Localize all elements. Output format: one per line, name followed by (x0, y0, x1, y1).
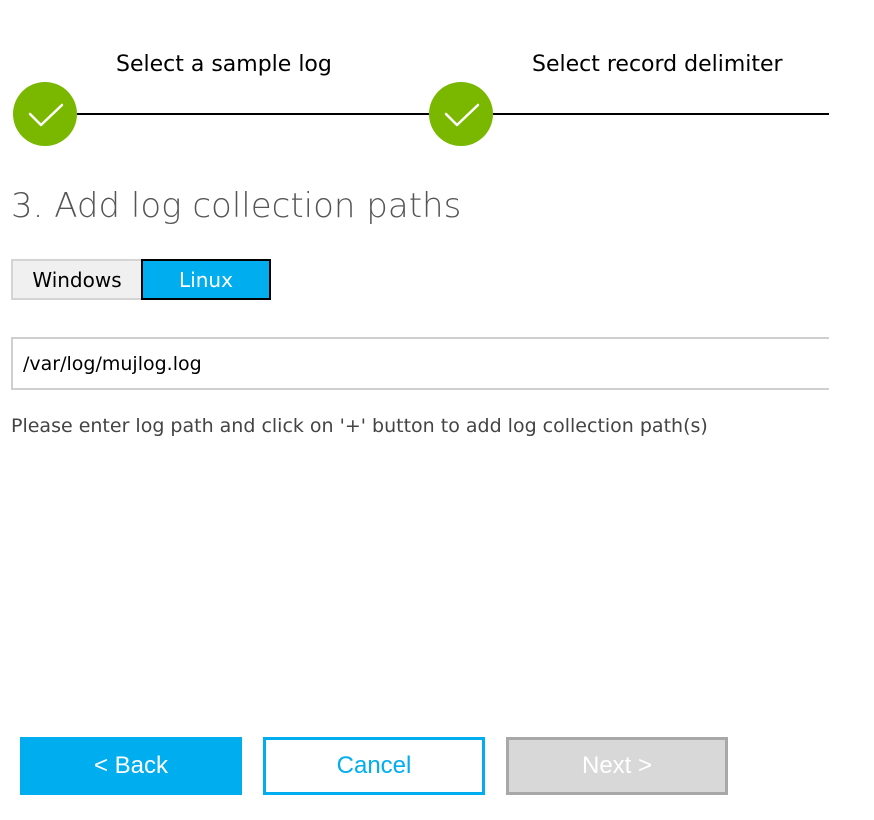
windows-tab-button[interactable]: Windows (11, 259, 141, 300)
cancel-button[interactable]: Cancel (263, 737, 485, 795)
back-button[interactable]: < Back (20, 737, 242, 795)
page-title: 3. Add log collection paths (11, 186, 462, 226)
checkmark-icon (28, 103, 64, 127)
step-1-label: Select a sample log (116, 52, 332, 77)
step-2-label: Select record delimiter (532, 52, 783, 77)
helper-text: Please enter log path and click on '+' b… (11, 415, 708, 437)
step-connector-2 (493, 113, 829, 115)
linux-tab-button[interactable]: Linux (141, 259, 271, 300)
os-toggle: Windows Linux (11, 259, 271, 300)
step-1-complete-indicator (13, 82, 77, 146)
checkmark-icon (444, 103, 480, 127)
next-button[interactable]: Next > (506, 737, 728, 795)
wizard-steps: Select a sample log Select record delimi… (0, 0, 874, 160)
step-2-complete-indicator (429, 82, 493, 146)
log-path-input[interactable] (11, 337, 829, 390)
step-connector-1 (77, 113, 429, 115)
